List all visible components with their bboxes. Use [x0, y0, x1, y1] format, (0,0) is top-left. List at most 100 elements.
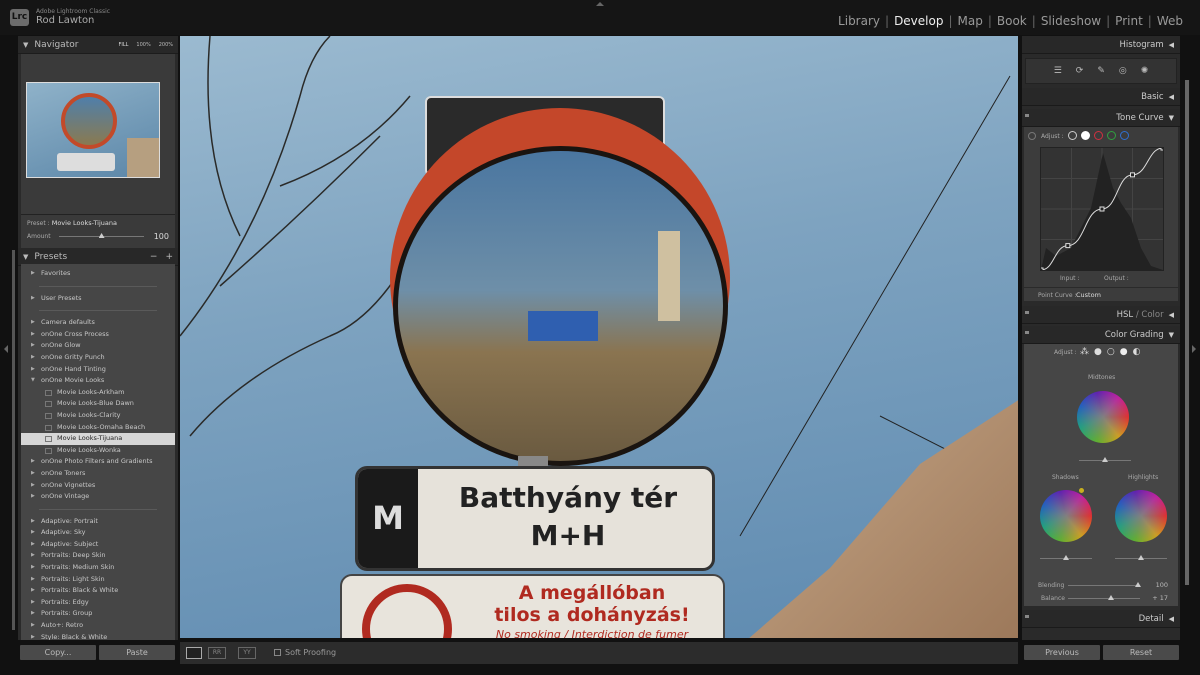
point-curve-select[interactable]: Custom	[1076, 291, 1101, 299]
preset-folder[interactable]: ▶ Portraits: Deep Skin	[21, 550, 175, 562]
preset-folder[interactable]: ▶ Portraits: Medium Skin	[21, 562, 175, 574]
balance-slider[interactable]	[1068, 595, 1140, 600]
blending-slider[interactable]	[1068, 582, 1141, 587]
zoom-200[interactable]: 200%	[159, 42, 173, 48]
add-preset-button[interactable]: +	[165, 252, 173, 262]
preset-folder[interactable]: ▶ onOne Glow	[21, 340, 175, 352]
detail-header[interactable]: Detail ◀	[1022, 610, 1180, 628]
midtones-luminance-slider[interactable]	[1079, 457, 1131, 462]
paste-button[interactable]: Paste	[99, 645, 175, 660]
preset-folder[interactable]: ▶ Camera defaults	[21, 317, 175, 329]
collapse-right-icon[interactable]	[1192, 345, 1196, 353]
color-title[interactable]: Color	[1141, 310, 1163, 320]
preset-folder[interactable]: ▶ Portraits: Light Skin	[21, 574, 175, 586]
photo-canvas[interactable]: M Batthyány tér M+H A megállóban tilos a…	[180, 36, 1018, 638]
amount-slider[interactable]	[58, 233, 144, 238]
preset-folder[interactable]: ▶ onOne Gritty Punch	[21, 352, 175, 364]
preset-folder[interactable]: ▼ onOne Movie Looks	[21, 375, 175, 387]
module-web[interactable]: Web	[1152, 14, 1188, 28]
parametric-channel-icon[interactable]	[1068, 131, 1077, 140]
preset-folder[interactable]: ▶ Portraits: Edgy	[21, 597, 175, 609]
preset-folder[interactable]: ▶ Style: Black & White	[21, 632, 175, 640]
module-slideshow[interactable]: Slideshow	[1036, 14, 1106, 28]
histogram-header[interactable]: Histogram ◀	[1022, 36, 1180, 54]
tone-curve-header[interactable]: Tone Curve ▼	[1022, 109, 1180, 127]
highlights-icon[interactable]: ●	[1120, 347, 1128, 357]
basic-header[interactable]: Basic ◀	[1022, 88, 1180, 106]
redeye-icon[interactable]: ◎	[1119, 66, 1127, 76]
navigator-header[interactable]: ▼ Navigator FILL 100% 200%	[18, 36, 178, 54]
preset-item[interactable]: Movie Looks-Omaha Beach	[21, 422, 175, 434]
preset-item[interactable]: Movie Looks-Tijuana	[21, 433, 175, 445]
blue-channel-icon[interactable]	[1120, 131, 1129, 140]
before-after-icon[interactable]: YY	[238, 647, 256, 659]
preset-folder[interactable]: ▶ Portraits: Group	[21, 608, 175, 620]
curve-point[interactable]	[1040, 267, 1044, 271]
module-map[interactable]: Map	[953, 14, 988, 28]
red-channel-icon[interactable]	[1094, 131, 1103, 140]
remove-preset-button[interactable]: −	[150, 252, 158, 262]
preset-folder[interactable]: ▶ onOne Cross Process	[21, 329, 175, 341]
reset-button[interactable]: Reset	[1103, 645, 1179, 660]
preset-folder[interactable]: ▶ onOne Photo Filters and Gradients	[21, 456, 175, 468]
copy-button[interactable]: Copy...	[20, 645, 96, 660]
color-grading-header[interactable]: Color Grading ▼	[1022, 326, 1180, 344]
highlights-wheel[interactable]	[1115, 490, 1167, 542]
tone-curve-graph[interactable]	[1040, 147, 1164, 271]
module-print[interactable]: Print	[1110, 14, 1148, 28]
midtones-wheel[interactable]	[1077, 391, 1129, 443]
navigator-thumbnail[interactable]	[26, 82, 160, 178]
zoom-fill[interactable]: FILL	[118, 42, 128, 48]
preset-item[interactable]: Movie Looks-Blue Dawn	[21, 398, 175, 410]
point-rgb-channel-icon[interactable]	[1081, 131, 1090, 140]
navigator-preview[interactable]	[21, 54, 175, 229]
preset-folder[interactable]: ▶ Portraits: Black & White	[21, 585, 175, 597]
module-library[interactable]: Library	[833, 14, 885, 28]
hsl-header[interactable]: HSL / Color ◀	[1022, 306, 1180, 324]
loupe-view-icon[interactable]	[186, 647, 202, 659]
blending-label: Blending	[1038, 582, 1065, 589]
masking-icon[interactable]: ✺	[1141, 66, 1149, 76]
preset-folder[interactable]: ▶ Auto+: Retro	[21, 620, 175, 632]
slider-thumb[interactable]	[98, 233, 105, 238]
crop-icon[interactable]: ⟳	[1076, 66, 1084, 76]
preset-folder[interactable]: ▶ onOne Vignettes	[21, 480, 175, 492]
collapse-left-icon[interactable]	[4, 345, 8, 353]
curve-point[interactable]	[1160, 147, 1164, 151]
preset-folder[interactable]: ▶ Favorites	[21, 268, 175, 280]
preset-folder[interactable]: ▶ onOne Vintage	[21, 491, 175, 503]
soft-proofing-checkbox[interactable]	[274, 649, 281, 656]
shadows-luminance-slider[interactable]	[1040, 555, 1092, 560]
shadows-icon[interactable]: ●	[1094, 347, 1102, 357]
preset-item[interactable]: Movie Looks-Wonka	[21, 445, 175, 457]
color-grading-title: Color Grading	[1104, 329, 1164, 340]
healing-icon[interactable]: ✎	[1097, 66, 1105, 76]
zoom-100[interactable]: 100%	[136, 42, 150, 48]
midtones-icon[interactable]: ○	[1107, 347, 1115, 357]
module-book[interactable]: Book	[992, 14, 1032, 28]
preset-folder[interactable]: ▶ onOne Toners	[21, 468, 175, 480]
preset-folder[interactable]: ▶ User Presets	[21, 293, 175, 305]
left-scrollbar[interactable]	[12, 250, 15, 630]
preset-folder[interactable]: ▶ Adaptive: Portrait	[21, 516, 175, 528]
preset-item[interactable]: Movie Looks-Arkham	[21, 387, 175, 399]
highlights-luminance-slider[interactable]	[1115, 555, 1167, 560]
compare-view-icon[interactable]: RR	[208, 647, 226, 659]
global-icon[interactable]: ◐	[1133, 347, 1141, 357]
green-channel-icon[interactable]	[1107, 131, 1116, 140]
sliders-icon[interactable]: ☰	[1054, 66, 1062, 76]
shadows-wheel[interactable]	[1040, 490, 1092, 542]
three-way-icon[interactable]: ⁂	[1080, 347, 1089, 357]
preset-item[interactable]: Movie Looks-Clarity	[21, 410, 175, 422]
previous-button[interactable]: Previous	[1024, 645, 1100, 660]
module-develop[interactable]: Develop	[889, 14, 948, 28]
collapse-top-icon[interactable]	[596, 2, 604, 6]
preset-folder[interactable]: ▶ Adaptive: Sky	[21, 527, 175, 539]
curve-point[interactable]	[1130, 172, 1135, 178]
right-scrollbar[interactable]	[1185, 80, 1189, 585]
target-adjust-icon[interactable]	[1028, 132, 1036, 140]
curve-point[interactable]	[1099, 206, 1105, 212]
preset-folder[interactable]: ▶ onOne Hand Tinting	[21, 364, 175, 376]
preset-folder[interactable]: ▶ Adaptive: Subject	[21, 539, 175, 551]
curve-point[interactable]	[1065, 243, 1071, 249]
